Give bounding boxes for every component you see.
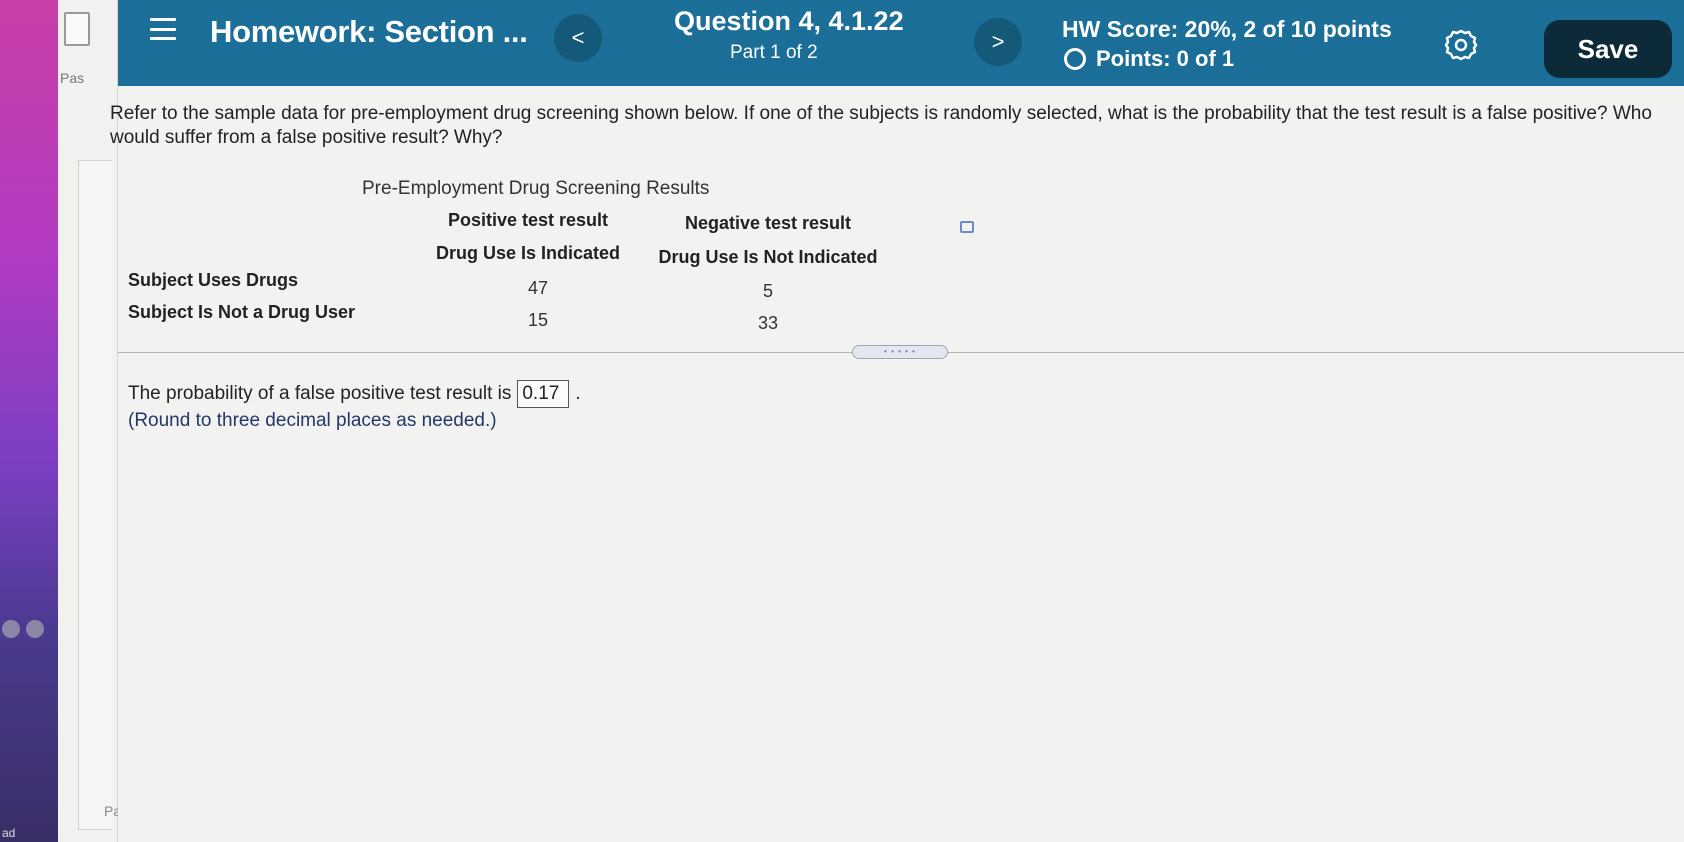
side-panel: Pas Pa <box>58 0 121 842</box>
question-part: Part 1 of 2 <box>730 42 818 63</box>
table-cell: 15 <box>527 310 549 330</box>
answer-prompt: The probability of a false positive test… <box>128 383 512 404</box>
table-cell: 47 <box>527 278 549 298</box>
next-question-button[interactable]: > <box>974 18 1022 66</box>
document-icon[interactable] <box>64 12 90 46</box>
row-label: Subject Uses Drugs <box>128 270 299 290</box>
desktop-background-strip: ad <box>0 0 58 842</box>
side-tab-label[interactable]: Pas <box>60 70 84 86</box>
resize-handle[interactable]: • • • • • <box>852 345 948 359</box>
answer-suffix: . <box>575 383 581 404</box>
column-header-negative: Negative test result <box>684 213 852 233</box>
gear-icon[interactable] <box>1444 28 1478 62</box>
header-bar: Homework: Section ... < Question 4, 4.1.… <box>118 0 1684 86</box>
copy-data-icon[interactable] <box>960 221 974 233</box>
table-title: Pre-Employment Drug Screening Results <box>362 178 710 199</box>
table-cell: 33 <box>757 313 779 333</box>
column-subheader-negative: Drug Use Is Not Indicated <box>658 247 878 267</box>
homework-title[interactable]: Homework: Section ... <box>210 14 528 50</box>
question-title: Question 4, 4.1.22 <box>674 6 904 36</box>
table-cell: 5 <box>762 281 773 301</box>
hw-score: HW Score: 20%, 2 of 10 points <box>1062 16 1392 42</box>
circle-icon <box>1064 48 1086 70</box>
points-text: Points: 0 of 1 <box>1096 46 1235 71</box>
window-dot[interactable] <box>26 620 44 638</box>
window-dot[interactable] <box>2 620 20 638</box>
column-header-positive: Positive test result <box>447 210 609 230</box>
answer-input[interactable] <box>517 380 570 408</box>
rounding-hint: (Round to three decimal places as needed… <box>128 410 497 431</box>
side-panel-inner <box>78 160 112 830</box>
row-label: Subject Is Not a Drug User <box>128 302 356 322</box>
window-controls <box>2 620 44 638</box>
answer-line: The probability of a false positive test… <box>128 380 581 408</box>
menu-icon[interactable] <box>150 18 176 40</box>
question-text: Refer to the sample data for pre-employm… <box>110 102 1670 150</box>
save-button[interactable]: Save <box>1544 20 1672 78</box>
previous-question-button[interactable]: < <box>554 14 602 62</box>
column-subheader-positive: Drug Use Is Indicated <box>435 243 621 263</box>
points-status: Points: 0 of 1 <box>1062 46 1234 72</box>
question-prompt: Refer to the sample data for pre-employm… <box>110 103 1652 148</box>
question-content: Refer to the sample data for pre-employm… <box>110 86 1684 842</box>
bottom-edge-text: ad <box>2 826 16 840</box>
